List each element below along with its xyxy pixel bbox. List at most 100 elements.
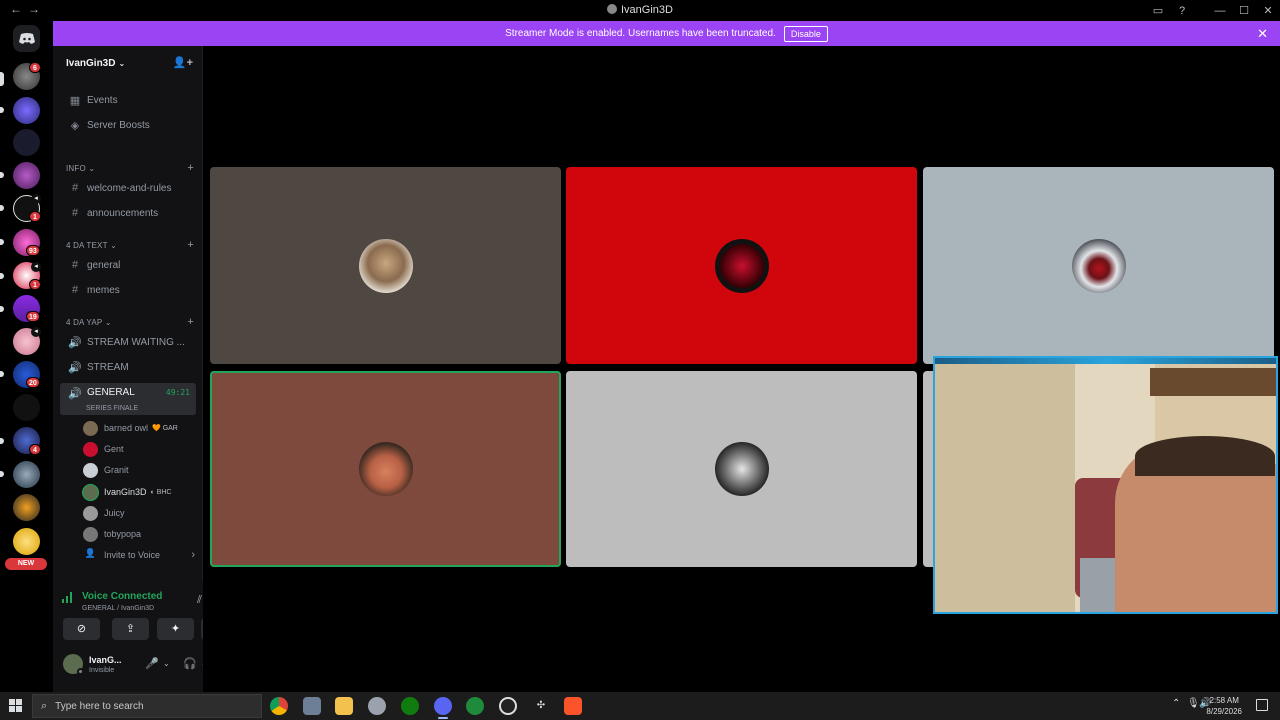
discord-logo-icon [18, 32, 35, 44]
taskbar-search[interactable]: ⌕ Type here to search [32, 694, 262, 718]
create-channel-icon[interactable]: + [187, 239, 194, 251]
tile-granit[interactable] [923, 167, 1274, 364]
server-icon-14[interactable] [13, 494, 40, 521]
tile-ivangin3d[interactable] [210, 371, 561, 567]
server-badge: 20 [26, 377, 40, 388]
help-icon[interactable]: ? [1170, 5, 1194, 17]
member-name: IvanGin3D [104, 487, 147, 497]
invite-user-icon: 👤 [84, 547, 97, 558]
server-header[interactable]: IvanGin3D ⌄ 👤+ [53, 46, 203, 80]
channel-memes[interactable]: # memes [60, 280, 196, 300]
chevron-down-icon: ⌄ [88, 163, 96, 173]
maximize-button[interactable]: ☐ [1232, 4, 1256, 17]
server-pip [0, 172, 4, 178]
events-item[interactable]: ▦ Events [60, 90, 196, 110]
activities-button[interactable]: ✦ [157, 618, 194, 640]
voice-member[interactable]: Juicy [83, 504, 193, 522]
server-badge: 1 [29, 211, 41, 222]
hash-icon: # [71, 182, 79, 194]
avatar [83, 420, 98, 436]
microphone-icon[interactable]: 🎙 [1187, 698, 1200, 709]
status-indicator [77, 668, 84, 675]
channel-announcements[interactable]: # announcements [60, 203, 196, 223]
chevron-down-icon[interactable]: ⌄ [163, 659, 170, 668]
signal-icon[interactable] [62, 592, 74, 606]
voice-location[interactable]: GENERAL / IvanGin3D [82, 605, 154, 612]
obs-icon[interactable] [499, 697, 517, 715]
tile-barned-owl[interactable] [210, 167, 561, 364]
voice-member[interactable]: tobypopa [83, 525, 193, 543]
user-name[interactable]: IvanG... [89, 655, 122, 665]
file-explorer-icon[interactable] [335, 697, 353, 715]
member-name: Granit [104, 465, 129, 475]
voice-timer: 49:21 [165, 388, 190, 397]
voice-status: SERIES FINALE [86, 405, 139, 412]
noise-suppression-icon[interactable]: ⫽ [197, 594, 202, 607]
camera-off-button[interactable]: ⊘ [63, 618, 100, 640]
title-bar: ←→ IvanGin3D ▭ ? — ☐ ✕ [0, 0, 1280, 21]
streamer-mode-banner: Streamer Mode is enabled. Usernames have… [53, 21, 1280, 46]
server-pip [0, 471, 4, 477]
disable-streamer-mode-button[interactable]: Disable [783, 25, 828, 42]
tray-expand-icon[interactable]: ⌃ [1172, 698, 1180, 709]
server-pip [0, 72, 4, 86]
chrome-icon[interactable] [270, 697, 288, 715]
channel-general-text[interactable]: # general [60, 255, 196, 275]
close-icon[interactable]: ✕ [1257, 26, 1268, 42]
server-boosts-item[interactable]: ◈ Server Boosts [60, 115, 196, 135]
tile-juicy[interactable] [566, 371, 917, 567]
xbox-icon[interactable] [401, 697, 419, 715]
server-pip [0, 273, 4, 279]
webcam-background [1150, 368, 1276, 396]
headset-icon[interactable]: 🎧 [183, 657, 197, 670]
close-button[interactable]: ✕ [1256, 4, 1280, 17]
taskbar-clock[interactable]: 2:58 AM 8/29/2026 [1206, 695, 1242, 717]
app-icon[interactable] [368, 697, 386, 715]
events-label: Events [87, 94, 118, 106]
channel-label: welcome-and-rules [87, 182, 172, 194]
category-4-da-text[interactable]: 4 DA TEXT ⌄ + [66, 238, 196, 252]
channel-welcome-and-rules[interactable]: # welcome-and-rules [60, 178, 196, 198]
notifications-icon[interactable] [1256, 699, 1268, 711]
calculator-icon[interactable] [303, 697, 321, 715]
server-icon-13[interactable] [13, 461, 40, 488]
category-name: INFO [66, 163, 86, 173]
tile-gent[interactable] [566, 167, 917, 364]
webcam-preview[interactable] [933, 356, 1278, 614]
invite-people-icon[interactable]: 👤+ [173, 56, 193, 69]
voice-member[interactable]: Gent [83, 440, 193, 458]
xbox-app-icon[interactable] [466, 697, 484, 715]
chevron-right-icon: › [191, 549, 195, 561]
category-4-da-yap[interactable]: 4 DA YAP ⌄ + [66, 315, 196, 329]
voice-member[interactable]: barned owl 🧡 GAR [83, 419, 193, 437]
microphone-icon[interactable]: 🎤 [145, 657, 159, 670]
voice-member[interactable]: Granit [83, 461, 193, 479]
server-icon-2[interactable] [13, 97, 40, 124]
server-badge: 19 [26, 311, 40, 322]
app-icon[interactable]: ✣ [532, 697, 550, 715]
discord-taskbar-icon[interactable] [434, 697, 452, 719]
invite-to-voice-item[interactable]: 👤 Invite to Voice › [83, 546, 195, 564]
minimize-button[interactable]: — [1208, 5, 1232, 17]
screen-share-button[interactable]: ⇪ [112, 618, 149, 640]
create-channel-icon[interactable]: + [187, 316, 194, 328]
create-channel-icon[interactable]: + [187, 162, 194, 174]
brave-icon[interactable] [564, 697, 582, 715]
voice-connected-title[interactable]: Voice Connected [82, 591, 162, 602]
voice-channel-stream[interactable]: 🔊 STREAM [60, 357, 196, 377]
voice-channel-stream-waiting[interactable]: 🔊 STREAM WAITING ... [60, 332, 196, 352]
windows-start-icon[interactable] [9, 699, 23, 713]
category-info[interactable]: INFO ⌄ + [66, 161, 196, 175]
avatar [714, 442, 769, 496]
server-icon-3[interactable] [13, 129, 40, 156]
server-icon-11[interactable] [13, 394, 40, 421]
voice-member[interactable]: IvanGin3D ◐ BHC [83, 483, 193, 501]
inbox-icon[interactable]: ▭ [1146, 4, 1170, 17]
server-icon-4[interactable] [13, 162, 40, 189]
channel-label: memes [87, 284, 120, 296]
server-icon-15[interactable] [13, 528, 40, 555]
speaker-icon: 🔊 [68, 388, 82, 400]
channel-label: announcements [87, 207, 159, 219]
discord-home-button[interactable] [13, 25, 40, 52]
boost-icon: ◈ [70, 119, 80, 132]
